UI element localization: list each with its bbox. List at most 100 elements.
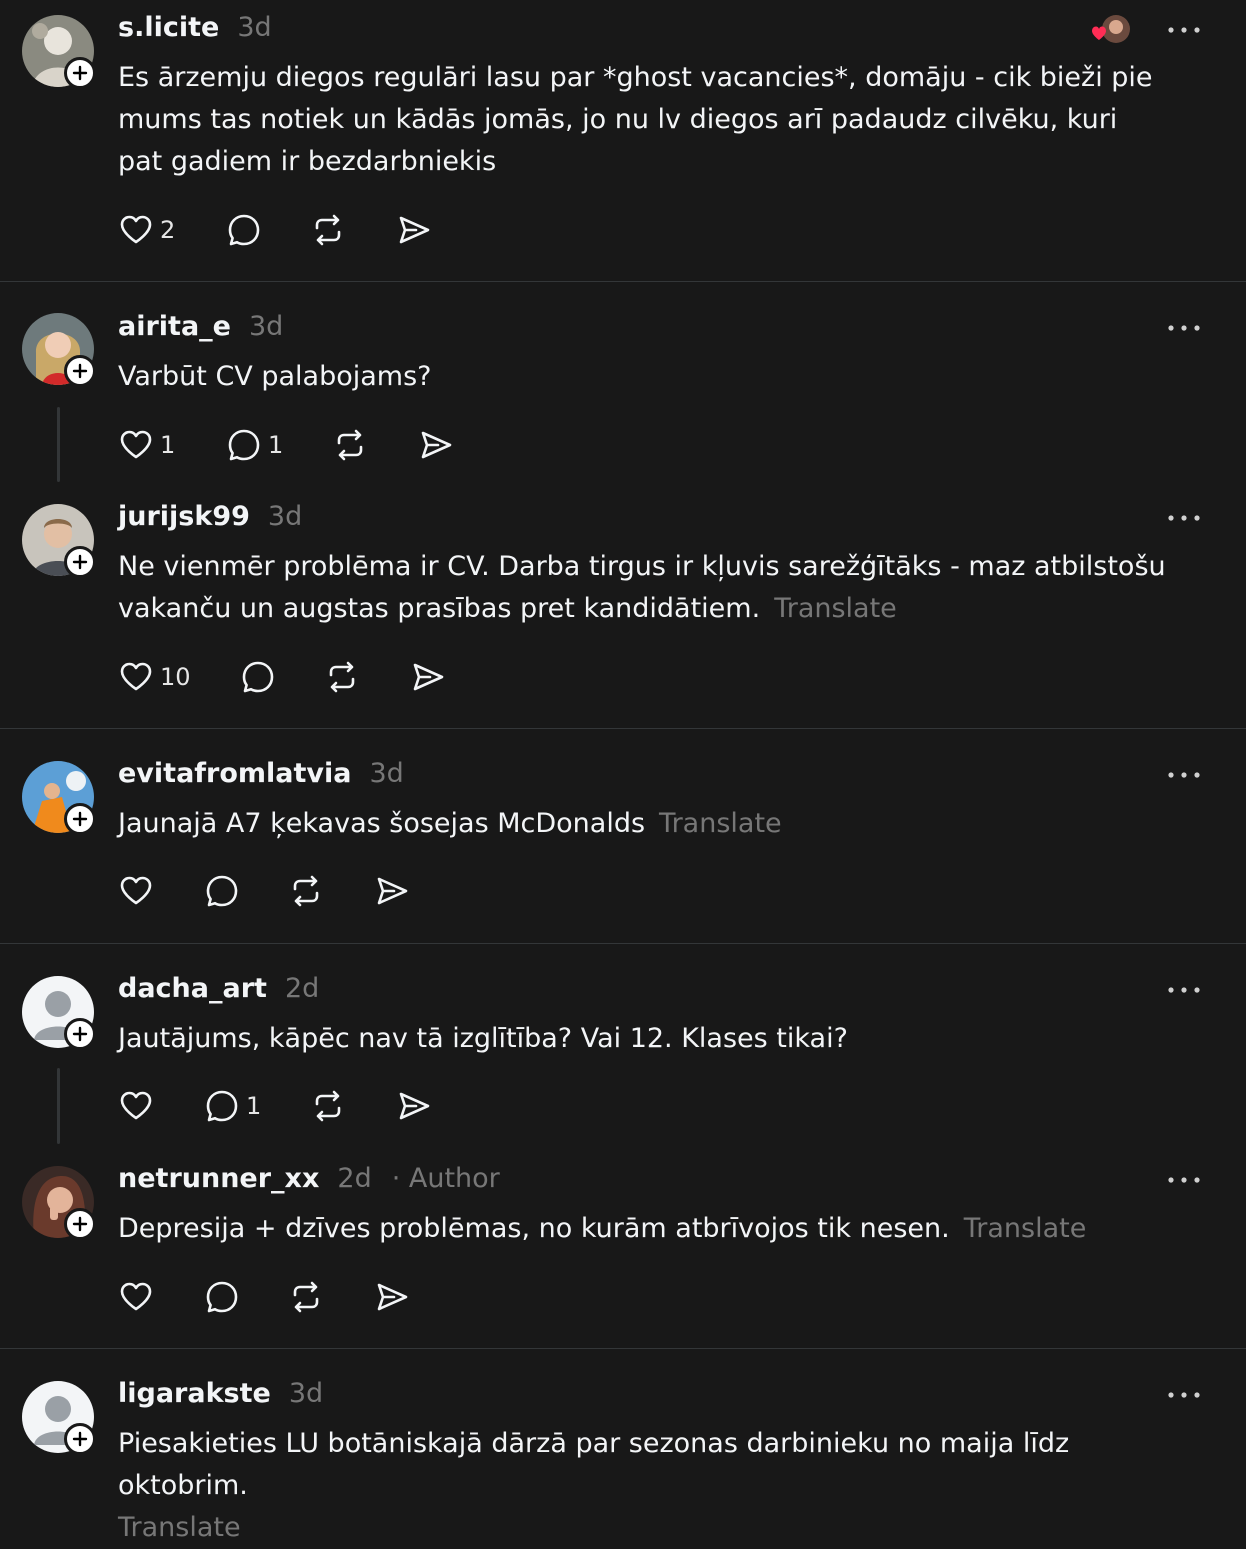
- more-icon[interactable]: [1166, 1170, 1202, 1190]
- follow-plus-icon: [72, 1026, 88, 1042]
- share-button[interactable]: [396, 1086, 432, 1126]
- like-button[interactable]: 2: [118, 210, 175, 250]
- action-bar: 2: [118, 210, 448, 250]
- translate-link[interactable]: Translate: [659, 808, 782, 839]
- share-button[interactable]: [418, 425, 454, 465]
- timestamp[interactable]: 3d: [370, 758, 404, 789]
- reply-button[interactable]: 1: [226, 425, 283, 465]
- share-icon: [421, 431, 452, 459]
- translate-link[interactable]: Translate: [118, 1512, 241, 1543]
- like-button[interactable]: [118, 1277, 154, 1317]
- like-count: 10: [160, 663, 191, 691]
- follow-button[interactable]: [64, 1423, 96, 1455]
- timestamp[interactable]: 2d: [285, 973, 319, 1004]
- username[interactable]: airita_e: [118, 311, 231, 342]
- username[interactable]: jurijsk99: [118, 501, 250, 532]
- avatar[interactable]: [22, 1381, 96, 1455]
- reply-button[interactable]: [240, 657, 276, 697]
- username[interactable]: s.licite: [118, 12, 219, 43]
- follow-plus-icon: [72, 363, 88, 379]
- username[interactable]: ligarakste: [118, 1378, 271, 1409]
- timestamp[interactable]: 3d: [237, 12, 271, 43]
- reply-button[interactable]: [226, 210, 262, 250]
- liked-by-author-badge: [1088, 14, 1134, 46]
- follow-plus-icon: [72, 65, 88, 81]
- timestamp[interactable]: 2d: [337, 1163, 371, 1194]
- post: airita_e 3d Varbūt CV palabojams? 1 1: [0, 282, 1246, 482]
- reply-button[interactable]: [204, 1277, 240, 1317]
- username[interactable]: dacha_art: [118, 973, 267, 1004]
- post-text: Jautājums, kāpēc nav tā izglītība? Vai 1…: [118, 1018, 1168, 1060]
- translate-link[interactable]: Translate: [774, 593, 897, 624]
- more-icon[interactable]: [1166, 318, 1202, 338]
- post-text: Piesakieties LU botāniskajā dārzā par se…: [118, 1423, 1168, 1549]
- like-button[interactable]: 1: [118, 425, 175, 465]
- like-count: 2: [160, 216, 176, 244]
- translate-link[interactable]: Translate: [964, 1213, 1087, 1244]
- username[interactable]: netrunner_xx: [118, 1163, 319, 1194]
- post-header: jurijsk99 3d: [118, 501, 302, 537]
- avatar[interactable]: [22, 504, 96, 578]
- repost-icon: [315, 1090, 341, 1122]
- more-icon[interactable]: [1166, 765, 1202, 785]
- repost-icon: [337, 429, 363, 461]
- repost-icon: [315, 214, 341, 246]
- post-text: Varbūt CV palabojams?: [118, 356, 1168, 398]
- username[interactable]: evitafromlatvia: [118, 758, 352, 789]
- action-bar: [118, 1277, 418, 1317]
- follow-plus-icon: [72, 811, 88, 827]
- timestamp[interactable]: 3d: [289, 1378, 323, 1409]
- repost-button[interactable]: [310, 210, 346, 250]
- follow-button[interactable]: [64, 1208, 96, 1240]
- post-text: Es ārzemju diegos regulāri lasu par *gho…: [118, 57, 1168, 183]
- comment-icon: [206, 1281, 238, 1313]
- avatar[interactable]: [22, 15, 96, 89]
- follow-button[interactable]: [64, 803, 96, 835]
- share-button[interactable]: [396, 210, 432, 250]
- timestamp[interactable]: 3d: [249, 311, 283, 342]
- repost-button[interactable]: [332, 425, 368, 465]
- repost-button[interactable]: [324, 657, 360, 697]
- share-button[interactable]: [374, 1277, 410, 1317]
- avatar[interactable]: [22, 976, 96, 1050]
- comment-icon: [228, 214, 260, 246]
- post: netrunner_xx 2d · Author Depresija + dzī…: [0, 1152, 1246, 1348]
- post-text-content: Ne vienmēr problēma ir CV. Darba tirgus …: [118, 551, 1166, 624]
- reply-button[interactable]: [204, 871, 240, 911]
- more-icon[interactable]: [1166, 980, 1202, 1000]
- more-icon[interactable]: [1166, 20, 1202, 40]
- avatar[interactable]: [22, 761, 96, 835]
- like-button[interactable]: 10: [118, 657, 191, 697]
- post-text-content: Varbūt CV palabojams?: [118, 361, 432, 392]
- post-text-content: Jautājums, kāpēc nav tā izglītība? Vai 1…: [118, 1023, 848, 1054]
- share-icon: [377, 877, 408, 905]
- repost-icon: [329, 661, 355, 693]
- more-icon[interactable]: [1166, 508, 1202, 528]
- more-icon[interactable]: [1166, 1385, 1202, 1405]
- like-button[interactable]: [118, 1086, 154, 1126]
- avatar[interactable]: [22, 313, 96, 387]
- action-bar: [118, 871, 418, 911]
- repost-button[interactable]: [310, 1086, 346, 1126]
- like-count: 1: [160, 431, 176, 459]
- follow-button[interactable]: [64, 355, 96, 387]
- post: dacha_art 2d Jautājums, kāpēc nav tā izg…: [0, 944, 1246, 1144]
- repost-button[interactable]: [288, 871, 324, 911]
- share-button[interactable]: [374, 871, 410, 911]
- action-bar: 1 1: [118, 425, 468, 465]
- share-button[interactable]: [410, 657, 446, 697]
- follow-button[interactable]: [64, 1018, 96, 1050]
- like-button[interactable]: [118, 871, 154, 911]
- follow-plus-icon: [72, 1431, 88, 1447]
- timestamp[interactable]: 3d: [268, 501, 302, 532]
- follow-button[interactable]: [64, 546, 96, 578]
- post-text: Jaunajā A7 ķekavas šosejas McDonalds Tran…: [118, 803, 1168, 845]
- post-header: airita_e 3d: [118, 311, 283, 347]
- follow-button[interactable]: [64, 57, 96, 89]
- repost-button[interactable]: [288, 1277, 324, 1317]
- post-header: evitafromlatvia 3d: [118, 758, 404, 794]
- reply-button[interactable]: 1: [204, 1086, 261, 1126]
- post-text-content: Piesakieties LU botāniskajā dārzā par se…: [118, 1428, 1070, 1501]
- follow-plus-icon: [72, 554, 88, 570]
- avatar[interactable]: [22, 1166, 96, 1240]
